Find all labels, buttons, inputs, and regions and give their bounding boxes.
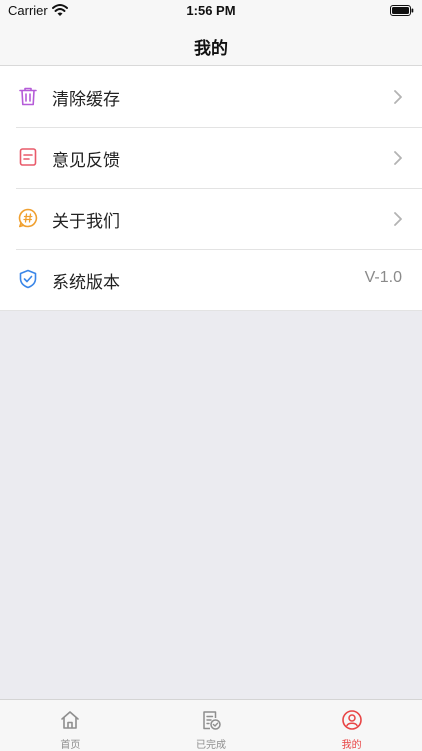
version-value: V-1.0 — [364, 269, 402, 286]
chevron-right-icon — [394, 212, 402, 226]
menu-item-about-us[interactable]: 关于我们 — [0, 188, 422, 249]
profile-icon — [341, 710, 362, 730]
tab-label: 我的 — [341, 740, 362, 751]
tab-completed[interactable]: 已完成 — [141, 700, 282, 751]
about-icon — [18, 208, 38, 228]
tab-label: 已完成 — [196, 740, 226, 751]
menu-item-clear-cache[interactable]: 清除缓存 — [0, 66, 422, 127]
tab-bar: 首页 已完成 我的 — [0, 699, 422, 751]
settings-menu: 清除缓存 意见反馈 关于我们 系统版本 V-1.0 — [0, 66, 422, 311]
page-title: 我的 — [194, 39, 228, 59]
menu-item-label: 清除缓存 — [52, 90, 120, 110]
status-bar: Carrier 1:56 PM — [0, 0, 422, 22]
menu-item-feedback[interactable]: 意见反馈 — [0, 127, 422, 188]
menu-item-label: 系统版本 — [52, 273, 120, 293]
feedback-icon — [19, 148, 37, 166]
chevron-right-icon — [394, 151, 402, 165]
status-time: 1:56 PM — [186, 3, 236, 18]
tab-label: 首页 — [60, 740, 81, 751]
battery-icon — [390, 5, 414, 16]
chevron-right-icon — [394, 90, 402, 104]
menu-item-label: 关于我们 — [52, 212, 120, 232]
navigation-bar: 我的 — [0, 22, 422, 66]
menu-item-label: 意见反馈 — [52, 151, 120, 171]
completed-icon — [203, 711, 221, 730]
tab-home[interactable]: 首页 — [0, 700, 141, 751]
home-icon — [61, 711, 80, 729]
menu-item-system-version[interactable]: 系统版本 V-1.0 — [0, 249, 422, 311]
trash-icon — [19, 87, 37, 106]
shield-icon — [19, 269, 37, 289]
tab-profile[interactable]: 我的 — [281, 700, 422, 751]
